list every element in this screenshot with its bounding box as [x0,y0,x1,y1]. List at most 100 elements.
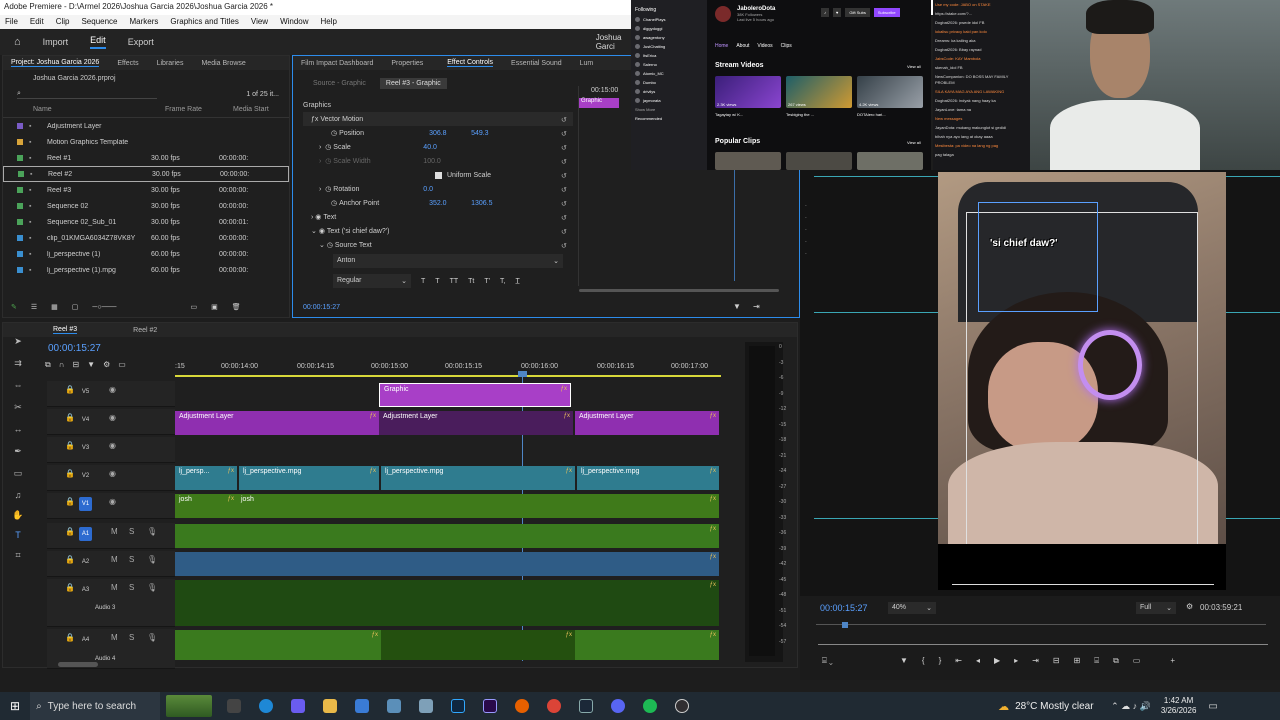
tab-lumetri[interactable]: Lum [580,60,594,67]
followed-channel[interactable]: Atomic_MC [635,69,703,78]
app-icon[interactable] [387,699,402,713]
gift-subs-button[interactable]: Gift Subs [845,8,870,17]
fx-badge-icon[interactable]: ƒx [372,632,378,638]
captions-icon[interactable]: ▭ [118,360,126,370]
mute-icon[interactable]: M [111,555,118,564]
caption-tool-icon[interactable]: ⌗ [12,550,24,560]
menu-sequence[interactable]: Sequence [81,17,117,27]
video-clip[interactable]: lj_perspective.mpg ƒx [577,466,719,490]
video-clip[interactable]: lj_persp... ƒx [175,466,237,490]
nav-home[interactable]: Home [715,43,728,49]
video-frame[interactable]: 'si chief daw?' [938,172,1226,544]
lock-icon[interactable]: 🔒 [65,413,75,422]
nav-clips[interactable]: Clips [781,43,792,49]
fx-badge-icon[interactable]: ƒx [710,554,716,560]
position-x-value[interactable]: 306.8 [429,130,471,137]
discord-icon[interactable] [611,699,626,713]
stopwatch-icon[interactable]: ◷ [325,157,333,165]
microphone-icon[interactable]: 🎙 [147,583,157,592]
font-dropdown[interactable]: Anton ⌄ [333,254,563,268]
nav-videos[interactable]: Videos [757,43,772,49]
subscript-icon[interactable]: T, [500,278,505,285]
weather-text[interactable]: 28°C Mostly clear [1015,701,1105,712]
italic-icon[interactable]: T [435,278,439,285]
lock-icon[interactable]: 🔒 [65,527,75,536]
adjustment-layer-clip[interactable]: Adjustment Layer ƒx [175,411,379,435]
channel-avatar[interactable] [715,6,731,22]
tab-properties[interactable]: Properties [391,60,423,67]
show-more-link[interactable]: Show More [635,105,703,114]
microphone-icon[interactable]: 🎙 [147,555,157,564]
project-item[interactable]: ▪ Sequence 02 30.00 fps 00:00:00: [3,198,289,214]
project-item[interactable]: ▪ Reel #2 30.00 fps 00:00:00: [3,166,289,182]
new-bin-icon[interactable]: ▭ [190,303,197,311]
fx-badge-icon[interactable]: ƒx [710,413,716,419]
project-item[interactable]: ▪ lj_perspective (1).mpg 60.00 fps 00:00… [3,262,289,278]
superscript-icon[interactable]: T' [484,278,490,285]
followed-channel[interactable]: Dumbo [635,78,703,87]
mute-icon[interactable]: M [111,633,118,642]
lock-icon[interactable]: 🔒 [65,633,75,642]
followed-channel[interactable]: JustChatting [635,42,703,51]
track-header[interactable]: V2 🔒 ◉ [47,465,175,491]
video-clip[interactable]: lj_perspective.mpg ƒx [239,466,379,490]
view-all-link[interactable]: View all [907,140,921,145]
playhead-marker[interactable] [518,371,527,377]
video-clip[interactable]: lj_perspective.mpg ƒx [381,466,575,490]
tray-icons[interactable]: ⌃ ☁ ♪ 🔊 [1111,701,1151,712]
underline-icon[interactable]: T̲ [515,278,519,285]
new-item-icon[interactable]: ▣ [211,303,218,311]
track-label[interactable]: V4 [79,413,92,427]
project-item[interactable]: ▪ lj_perspective (1) 60.00 fps 00:00:00: [3,246,289,262]
app-icon[interactable] [419,699,434,713]
fx-badge-icon[interactable]: ƒx [566,632,572,638]
bounding-box[interactable] [978,202,1098,312]
stopwatch-icon[interactable]: ◷ [325,185,333,193]
menu-markers[interactable]: Markers [130,17,159,27]
fx-badge-icon[interactable]: ƒx [564,413,570,419]
source-graphic-tab[interactable]: Source - Graphic [307,78,372,89]
edge-icon[interactable] [259,699,274,713]
fx-badge-icon[interactable]: ƒx [710,526,716,532]
adjustment-layer-clip[interactable]: Adjustment Layer ƒx [575,411,719,435]
timeline-scrollbar[interactable] [58,662,98,667]
track-header[interactable]: V5 🔒 ◉ [47,381,175,407]
track-label[interactable]: A1 [79,527,92,541]
lock-icon[interactable]: 🔒 [65,385,75,394]
audio-clip[interactable]: ƒx [575,630,719,660]
target-graphic-tab[interactable]: Reel #3 - Graphic [379,78,447,89]
marker-icon[interactable]: ▼ [87,360,95,370]
tab-reel-2[interactable]: Reel #2 [133,327,157,334]
list-view-icon[interactable]: ☰ [31,303,37,311]
fx-badge-icon[interactable]: ƒx [710,468,716,474]
followed-channel[interactable]: diggydoggi [635,24,703,33]
zoom-slider[interactable]: ─○─── [92,304,116,311]
track-header[interactable]: V3 🔒 ◉ [47,437,175,463]
project-item[interactable]: ▪ Motion Graphics Template [3,134,289,150]
steam-icon[interactable] [579,699,594,713]
audio-clip[interactable]: ƒx [175,552,719,576]
mini-graphic-clip[interactable]: Graphic [579,98,619,108]
marker-icon[interactable]: ▼ [900,656,908,666]
eye-icon[interactable]: ◉ [109,413,116,422]
eye-icon[interactable]: ◉ [109,497,116,506]
menu-graphics[interactable]: Graphics and Titles [170,17,238,27]
adjustment-layer-clip[interactable]: Adjustment Layer ƒx [379,411,573,435]
clip-title[interactable]: DOTAlero hari... [857,112,927,117]
program-scrubber[interactable] [816,624,1266,628]
windows-start-icon[interactable]: ⊞ [10,699,20,713]
followed-channel[interactable]: Salerno [635,60,703,69]
graphic-clip[interactable]: Graphic ƒx [379,383,571,407]
track-label[interactable]: V3 [79,441,92,455]
spotify-icon[interactable] [643,699,658,713]
icon-view-icon[interactable]: ▦ [51,303,58,311]
stopwatch-icon[interactable]: ◷ [327,241,335,249]
small-caps-icon[interactable]: Tt [468,278,474,285]
track-label[interactable]: V5 [79,385,92,399]
followed-channel[interactable]: ItsErica [635,51,703,60]
filter-icon[interactable]: ▼ [733,302,741,311]
menu-edit[interactable]: Edit [30,17,44,27]
fx-badge-icon[interactable]: ƒx [710,496,716,502]
microphone-icon[interactable]: 🎙 [147,527,157,536]
project-item[interactable]: ▪ clip_01KMGA6034Z78VK8Y 60.00 fps 00:00… [3,230,289,246]
